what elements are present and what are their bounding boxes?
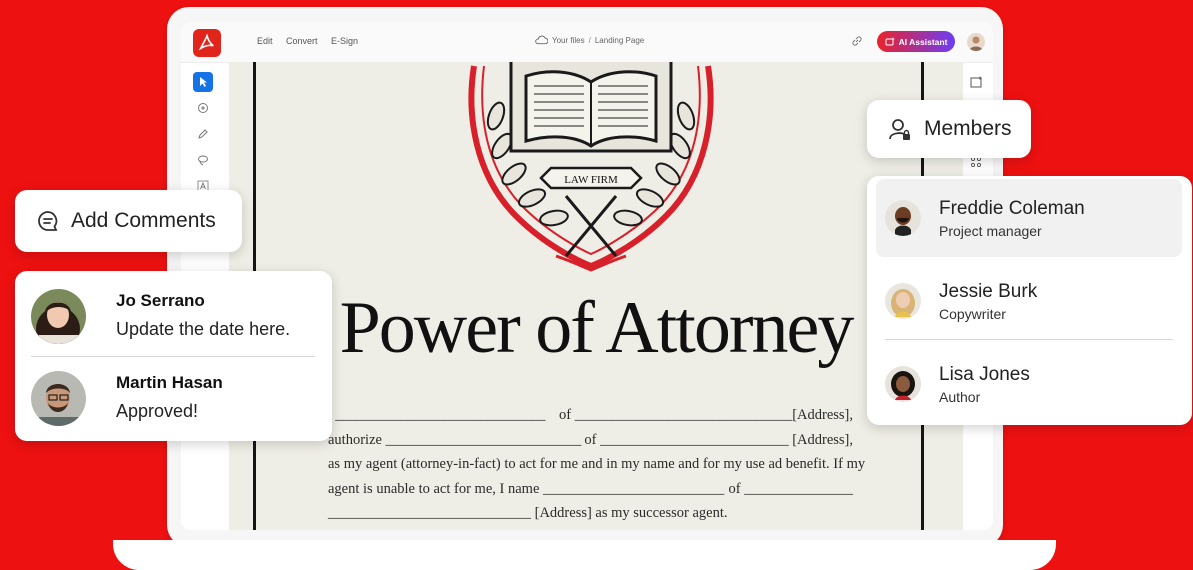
cloud-icon xyxy=(535,35,548,45)
line-segment: as my agent (attorney-in-fact) to act fo… xyxy=(328,456,866,472)
member-role: Copywriter xyxy=(939,306,1006,322)
document-body: , _____________________________ of _____… xyxy=(328,403,865,526)
menu-edit[interactable]: Edit xyxy=(257,36,273,46)
comment-icon xyxy=(38,211,58,231)
divider xyxy=(885,339,1173,340)
ai-sparkle-icon xyxy=(885,36,895,45)
law-firm-emblem: LAW FIRM xyxy=(468,62,714,272)
member-name: Jessie Burk xyxy=(939,281,1038,302)
divider xyxy=(31,356,315,357)
emblem-text: LAW FIRM xyxy=(564,174,618,186)
comment-text: Approved! xyxy=(116,401,199,421)
avatar xyxy=(31,289,86,344)
comment-plus-icon xyxy=(198,103,208,113)
comment-tool-button[interactable] xyxy=(193,98,213,118)
user-avatar[interactable] xyxy=(967,33,985,51)
line-segment: ____________________________ [Address] a… xyxy=(328,505,728,521)
document-line: agent is unable to act for me, I name __… xyxy=(328,477,853,502)
comment-author: Jo Serrano xyxy=(116,291,205,310)
laptop-base xyxy=(113,540,1056,570)
members-icon xyxy=(889,119,910,140)
avatar xyxy=(885,283,921,319)
member-item[interactable]: Jessie Burk Copywriter xyxy=(876,262,1182,340)
comment-item[interactable]: Jo Serrano Update the date here. xyxy=(31,289,321,349)
acrobat-logo-icon[interactable] xyxy=(193,29,221,57)
top-toolbar: Edit Convert E-Sign Your files / Landing… xyxy=(181,22,993,63)
breadcrumb-current: Landing Page xyxy=(594,35,645,45)
document-line: as my agent (attorney-in-fact) to act fo… xyxy=(328,452,865,477)
document-page: LAW FIRM Power of Attorney , ___________… xyxy=(229,62,963,530)
ai-panel-button[interactable] xyxy=(966,72,986,92)
line-segment: agent is unable to act for me, I name __… xyxy=(328,480,725,497)
comments-panel: Jo Serrano Update the date here. Martin … xyxy=(15,271,332,441)
line-segment: authorize ___________________________ xyxy=(328,431,582,448)
members-label: Members xyxy=(924,117,1012,140)
ai-panel-icon xyxy=(970,76,982,88)
avatar xyxy=(885,200,921,236)
menu-esign[interactable]: E-Sign xyxy=(331,36,358,46)
draw-tool-button[interactable] xyxy=(193,124,213,144)
breadcrumb-separator: / xyxy=(588,35,591,45)
member-name: Freddie Coleman xyxy=(939,198,1085,219)
menu-convert[interactable]: Convert xyxy=(286,36,318,46)
add-comments-button[interactable]: Add Comments xyxy=(15,190,242,252)
pen-icon xyxy=(198,129,208,139)
members-button[interactable]: Members xyxy=(867,100,1031,158)
ai-assistant-label: AI Assistant xyxy=(898,36,948,47)
line-segment: of __________________________ [Address], xyxy=(584,431,853,448)
ai-assistant-button[interactable]: AI Assistant xyxy=(877,31,955,52)
document-line: , _____________________________ of _____… xyxy=(328,403,853,428)
member-role: Author xyxy=(939,389,981,405)
lasso-tool-button[interactable] xyxy=(193,150,213,170)
avatar xyxy=(31,371,86,426)
comment-author: Martin Hasan xyxy=(116,373,223,392)
select-tool-button[interactable] xyxy=(193,72,213,92)
document-line: authorize ___________________________ of… xyxy=(328,428,853,453)
breadcrumb-root[interactable]: Your files xyxy=(552,36,585,45)
document-title: Power of Attorney xyxy=(339,287,855,369)
cursor-icon xyxy=(200,77,207,87)
members-panel: Freddie Coleman Project manager Jessie B… xyxy=(867,176,1192,425)
comment-item[interactable]: Martin Hasan Approved! xyxy=(31,371,321,431)
comment-text: Update the date here. xyxy=(116,319,291,339)
member-name: Lisa Jones xyxy=(939,364,1030,385)
member-item[interactable]: Lisa Jones Author xyxy=(876,345,1182,423)
member-role: Project manager xyxy=(939,223,1042,239)
lasso-icon xyxy=(198,155,208,166)
document-line: ____________________________ [Address] a… xyxy=(328,501,853,526)
add-comments-label: Add Comments xyxy=(71,209,216,232)
line-segment: of _______________ xyxy=(728,480,853,497)
line-segment: of ______________________________[Addres… xyxy=(558,407,853,423)
link-icon[interactable] xyxy=(851,35,863,47)
breadcrumb: Your files / Landing Page xyxy=(535,35,644,45)
avatar xyxy=(885,366,921,402)
member-item[interactable]: Freddie Coleman Project manager xyxy=(876,179,1182,257)
line-segment: , _____________________________ xyxy=(328,407,546,423)
